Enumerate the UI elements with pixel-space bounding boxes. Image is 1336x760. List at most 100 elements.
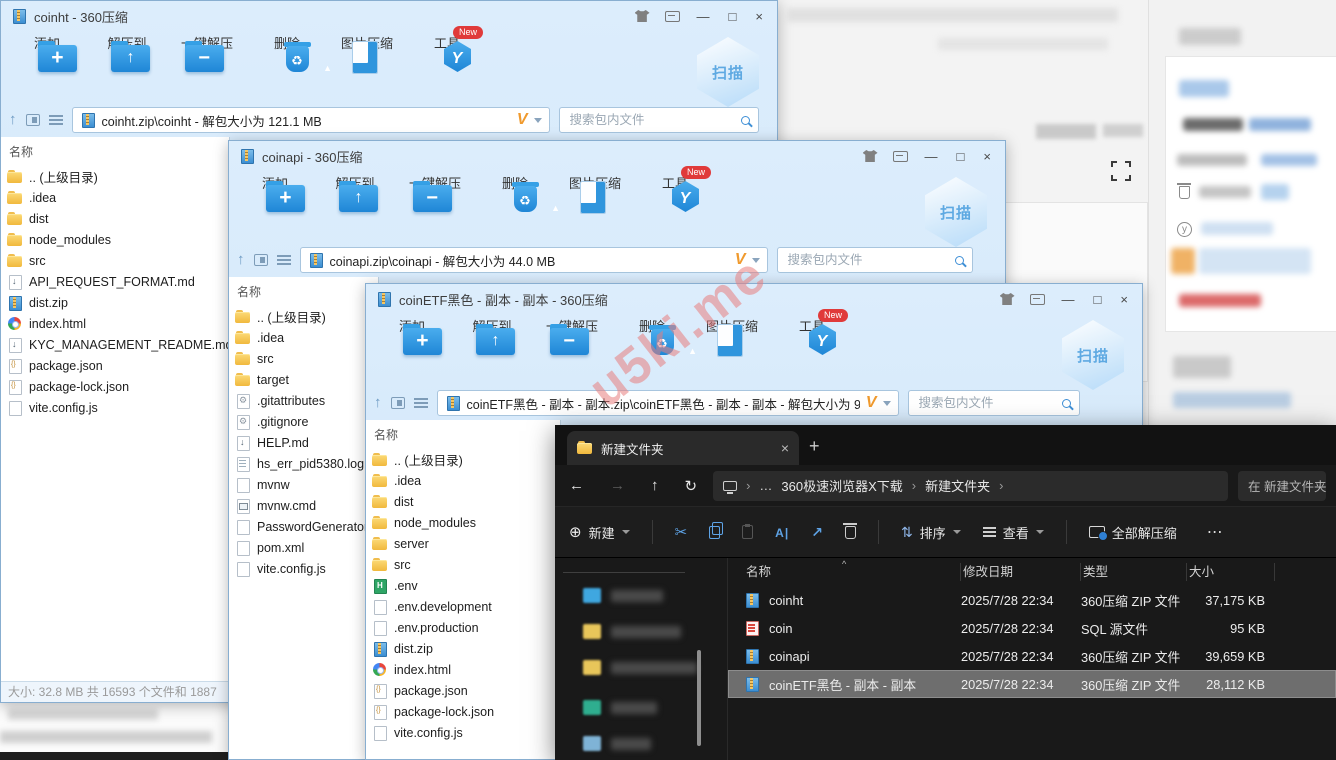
address-input[interactable]: coinht.zip\coinht - 解包大小为 121.1 MB V: [72, 107, 550, 133]
file-item[interactable]: PasswordGenerator.: [235, 516, 378, 537]
feedback-icon[interactable]: [1030, 294, 1045, 305]
file-item[interactable]: .gitignore: [235, 411, 378, 432]
file-item[interactable]: mvnw.cmd: [235, 495, 378, 516]
scan-badge[interactable]: 扫描: [697, 37, 759, 107]
delete-icon[interactable]: [845, 526, 856, 539]
sidebar-scrollbar[interactable]: [697, 650, 701, 746]
chevron-down-icon[interactable]: [752, 258, 760, 263]
breadcrumb[interactable]: 360极速浏览器X下载 新建文件夹: [713, 471, 1228, 501]
explorer-sidebar[interactable]: [555, 558, 728, 760]
column-header-type[interactable]: 类型: [1081, 563, 1187, 581]
theme-shirt-icon[interactable]: [635, 10, 650, 22]
column-header-name[interactable]: 名称: [372, 423, 560, 449]
titlebar[interactable]: coinht - 360压缩 — □ ×: [1, 1, 777, 31]
file-item[interactable]: src: [372, 554, 560, 575]
file-item[interactable]: .env.production: [372, 617, 560, 638]
toolbar-button[interactable]: 删除: [475, 171, 555, 243]
table-row[interactable]: coinapi 2025/7/28 22:34 360压缩 ZIP 文件 39,…: [728, 642, 1336, 670]
table-row[interactable]: coin 2025/7/28 22:34 SQL 源文件 95 KB: [728, 614, 1336, 642]
file-item[interactable]: package-lock.json: [7, 376, 229, 397]
file-item[interactable]: pom.xml: [235, 537, 378, 558]
toolbar-button[interactable]: 添加: [372, 314, 452, 386]
toolbar-button[interactable]: 解压到: [452, 314, 532, 386]
search-box[interactable]: [559, 107, 759, 133]
column-header-date[interactable]: 修改日期: [961, 563, 1081, 581]
table-row[interactable]: coinETF黑色 - 副本 - 副本 2025/7/28 22:34 360压…: [728, 670, 1336, 698]
share-icon[interactable]: [811, 524, 823, 541]
file-item[interactable]: HELP.md: [235, 432, 378, 453]
copy-icon[interactable]: [709, 526, 720, 539]
maximize-button[interactable]: □: [727, 10, 739, 23]
cut-icon[interactable]: [675, 523, 688, 541]
panel-view-icon[interactable]: [391, 397, 405, 409]
file-item[interactable]: dist.zip: [7, 292, 229, 313]
file-item[interactable]: target: [235, 369, 378, 390]
feedback-icon[interactable]: [665, 11, 680, 22]
toolbar-button[interactable]: 解压到: [315, 171, 395, 243]
sort-button[interactable]: 排序: [901, 523, 961, 542]
file-item[interactable]: src: [7, 250, 229, 271]
search-input[interactable]: [786, 252, 949, 268]
back-icon[interactable]: [569, 477, 584, 494]
explorer-search-box[interactable]: 在 新建文件夹: [1238, 471, 1326, 501]
feedback-icon[interactable]: [893, 151, 908, 162]
file-item[interactable]: src: [235, 348, 378, 369]
chevron-down-icon[interactable]: [534, 118, 542, 123]
toolbar-button[interactable]: 图片压缩: [327, 31, 407, 103]
toolbar-button[interactable]: 图片压缩: [692, 314, 772, 386]
scan-badge[interactable]: 扫描: [925, 177, 987, 247]
extract-all-button[interactable]: 全部解压缩: [1089, 523, 1177, 542]
toolbar-button[interactable]: 删除: [247, 31, 327, 103]
trash-icon[interactable]: [1179, 186, 1190, 199]
minimize-button[interactable]: —: [695, 10, 712, 23]
column-header-name[interactable]: 名称: [7, 140, 229, 166]
file-item[interactable]: vite.config.js: [235, 558, 378, 579]
file-item[interactable]: vite.config.js: [7, 397, 229, 418]
file-item[interactable]: package.json: [372, 680, 560, 701]
list-view-icon[interactable]: [49, 115, 63, 125]
theme-shirt-icon[interactable]: [1000, 293, 1015, 305]
file-item[interactable]: node_modules: [372, 512, 560, 533]
paste-icon[interactable]: [742, 525, 753, 539]
file-item[interactable]: .idea: [7, 187, 229, 208]
toolbar-button[interactable]: New 工具: [772, 314, 852, 386]
breadcrumb-ellipsis[interactable]: [759, 478, 772, 493]
file-item[interactable]: .env.development: [372, 596, 560, 617]
file-item[interactable]: .. (上级目录): [372, 449, 560, 470]
file-item[interactable]: dist.zip: [372, 638, 560, 659]
panel-view-icon[interactable]: [254, 254, 268, 266]
explorer-tab[interactable]: 新建文件夹: [567, 431, 799, 465]
file-item[interactable]: .idea: [235, 327, 378, 348]
up-icon[interactable]: [651, 477, 659, 494]
expand-arrows-icon[interactable]: [1108, 158, 1134, 184]
file-item[interactable]: vite.config.js: [372, 722, 560, 743]
panel-view-icon[interactable]: [26, 114, 40, 126]
titlebar[interactable]: coinETF黑色 - 副本 - 副本 - 360压缩 — □ ×: [366, 284, 1142, 314]
toolbar-button[interactable]: 添加: [7, 31, 87, 103]
file-item[interactable]: .. (上级目录): [235, 306, 378, 327]
column-header-name[interactable]: 名称: [235, 280, 378, 306]
file-item[interactable]: mvnw: [235, 474, 378, 495]
toolbar-button[interactable]: 解压到: [87, 31, 167, 103]
search-box[interactable]: [908, 390, 1080, 416]
maximize-button[interactable]: □: [1092, 293, 1104, 306]
close-button[interactable]: ×: [753, 10, 765, 23]
search-input[interactable]: [568, 112, 735, 128]
minimize-button[interactable]: —: [1060, 293, 1077, 306]
file-item[interactable]: API_REQUEST_FORMAT.md: [7, 271, 229, 292]
table-row[interactable]: coinht 2025/7/28 22:34 360压缩 ZIP 文件 37,1…: [728, 586, 1336, 614]
search-box[interactable]: [777, 247, 973, 273]
forward-icon[interactable]: [610, 477, 625, 494]
file-item[interactable]: .env: [372, 575, 560, 596]
minimize-button[interactable]: —: [923, 150, 940, 163]
file-item[interactable]: .gitattributes: [235, 390, 378, 411]
file-item[interactable]: node_modules: [7, 229, 229, 250]
toolbar-button[interactable]: New 工具: [407, 31, 487, 103]
column-header-name[interactable]: 名称 ^: [744, 563, 961, 581]
file-item[interactable]: dist: [7, 208, 229, 229]
file-item[interactable]: .. (上级目录): [7, 166, 229, 187]
close-button[interactable]: ×: [981, 150, 993, 163]
toolbar-button[interactable]: New 工具: [635, 171, 715, 243]
file-item[interactable]: package.json: [7, 355, 229, 376]
view-button[interactable]: 查看: [983, 523, 1044, 542]
